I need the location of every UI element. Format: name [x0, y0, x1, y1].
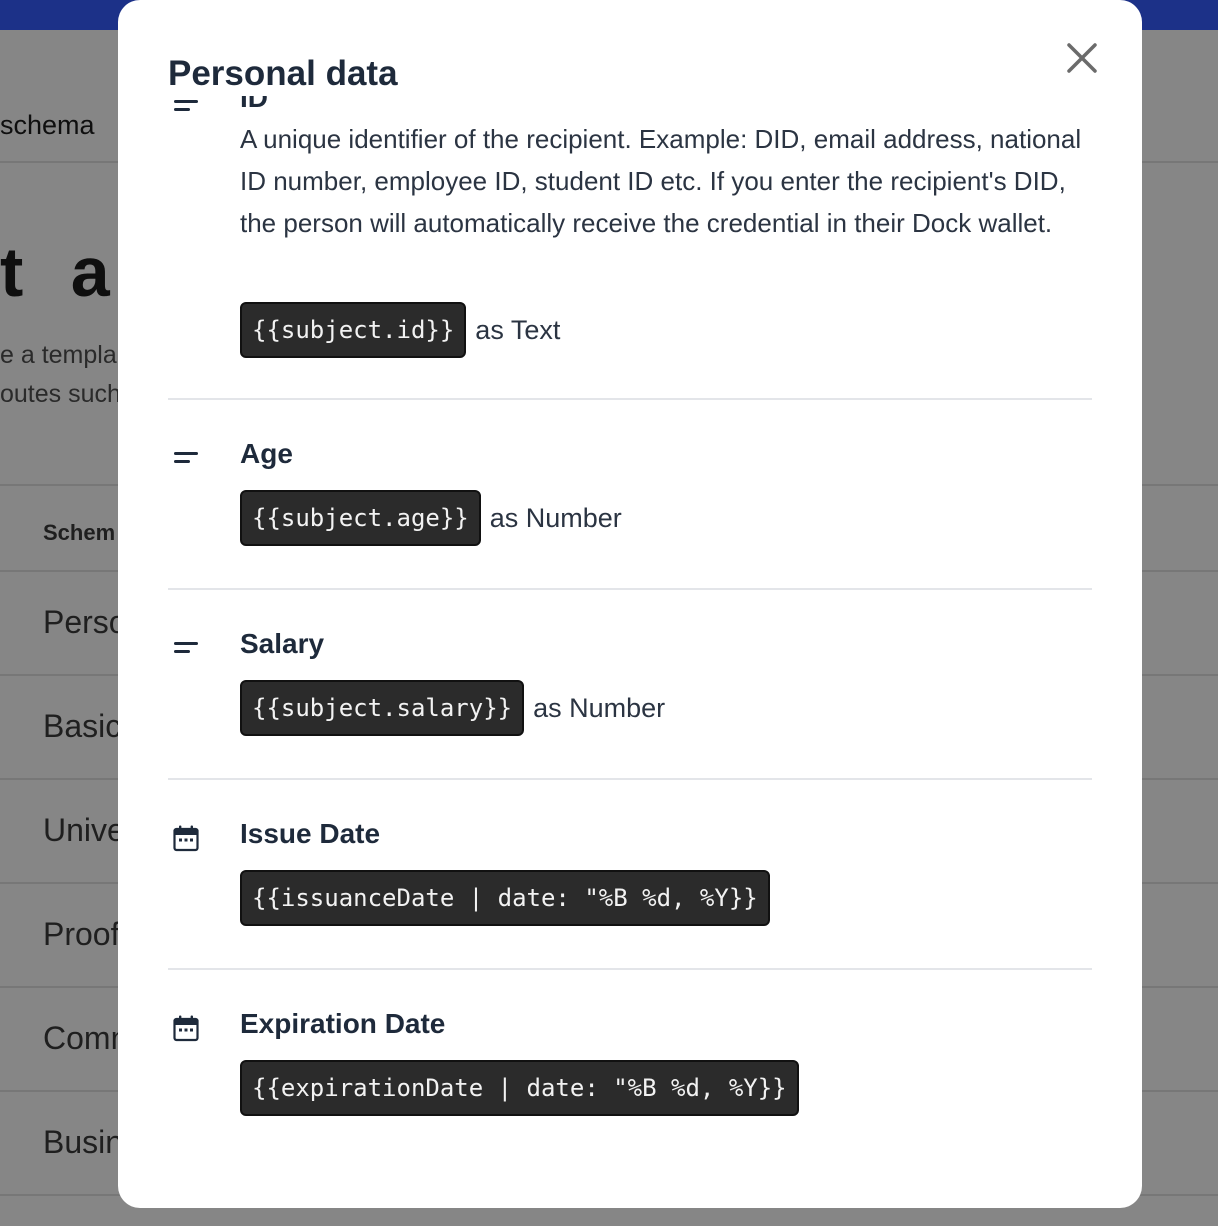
close-icon	[1067, 43, 1097, 73]
template-code: {{subject.id}}	[240, 302, 467, 358]
attribute-description: A unique identifier of the recipient. Ex…	[240, 124, 1082, 238]
modal-scroll-content[interactable]: ID A unique identifier of the recipient.…	[118, 96, 1142, 1196]
attribute-value: {{subject.age}} as Number	[240, 490, 622, 546]
schema-attribute: Age {{subject.age}} as Number	[168, 400, 1092, 590]
attribute-name: Expiration Date	[240, 1008, 446, 1039]
row-label: Basic	[43, 708, 122, 744]
template-code: {{subject.age}}	[240, 490, 481, 546]
calendar-icon	[173, 1015, 199, 1042]
text-lines-icon	[174, 100, 198, 111]
breadcrumb-item[interactable]: schema	[0, 110, 95, 141]
close-button[interactable]	[1060, 36, 1104, 80]
schema-attribute: Salary {{subject.salary}} as Number	[168, 590, 1092, 780]
page-description-line: e a templa	[0, 341, 117, 369]
attribute-name: Salary	[240, 628, 325, 659]
schema-attribute: ID A unique identifier of the recipient.…	[168, 96, 1092, 400]
text-lines-icon	[174, 642, 198, 653]
attribute-type: as Text	[475, 314, 561, 345]
row-label: Unive	[43, 812, 125, 848]
schema-details-modal: Personal data ID A unique identifier of …	[118, 0, 1142, 1208]
column-header-schema: Schem	[43, 520, 116, 545]
attribute-type: as Number	[533, 692, 666, 723]
attribute-value: {{subject.id}} as Text	[240, 302, 560, 358]
page-description-line: outes such	[0, 380, 121, 408]
attribute-value: {{expirationDate | date: "%B %d, %Y}}	[240, 1060, 799, 1116]
row-label: Busin	[43, 1124, 124, 1160]
schema-attribute: Issue Date {{issuanceDate | date: "%B %d…	[168, 780, 1092, 970]
attribute-name: ID	[240, 96, 268, 113]
template-code: {{subject.salary}}	[240, 680, 525, 736]
text-lines-icon	[174, 452, 198, 463]
attribute-name: Issue Date	[240, 818, 381, 849]
page-description: e a templa outes such	[0, 336, 121, 414]
modal-title: Personal data	[168, 54, 406, 94]
calendar-icon	[173, 825, 199, 852]
row-label: Perso	[43, 604, 127, 640]
schema-attribute: Expiration Date {{expirationDate | date:…	[168, 970, 1092, 1160]
attribute-value: {{issuanceDate | date: "%B %d, %Y}}	[240, 870, 770, 926]
template-code: {{expirationDate | date: "%B %d, %Y}}	[240, 1060, 799, 1116]
row-label: Proof	[43, 916, 120, 952]
attribute-name: Age	[240, 438, 293, 469]
attribute-type: as Number	[489, 502, 622, 533]
attribute-value: {{subject.salary}} as Number	[240, 680, 665, 736]
template-code: {{issuanceDate | date: "%B %d, %Y}}	[240, 870, 770, 926]
